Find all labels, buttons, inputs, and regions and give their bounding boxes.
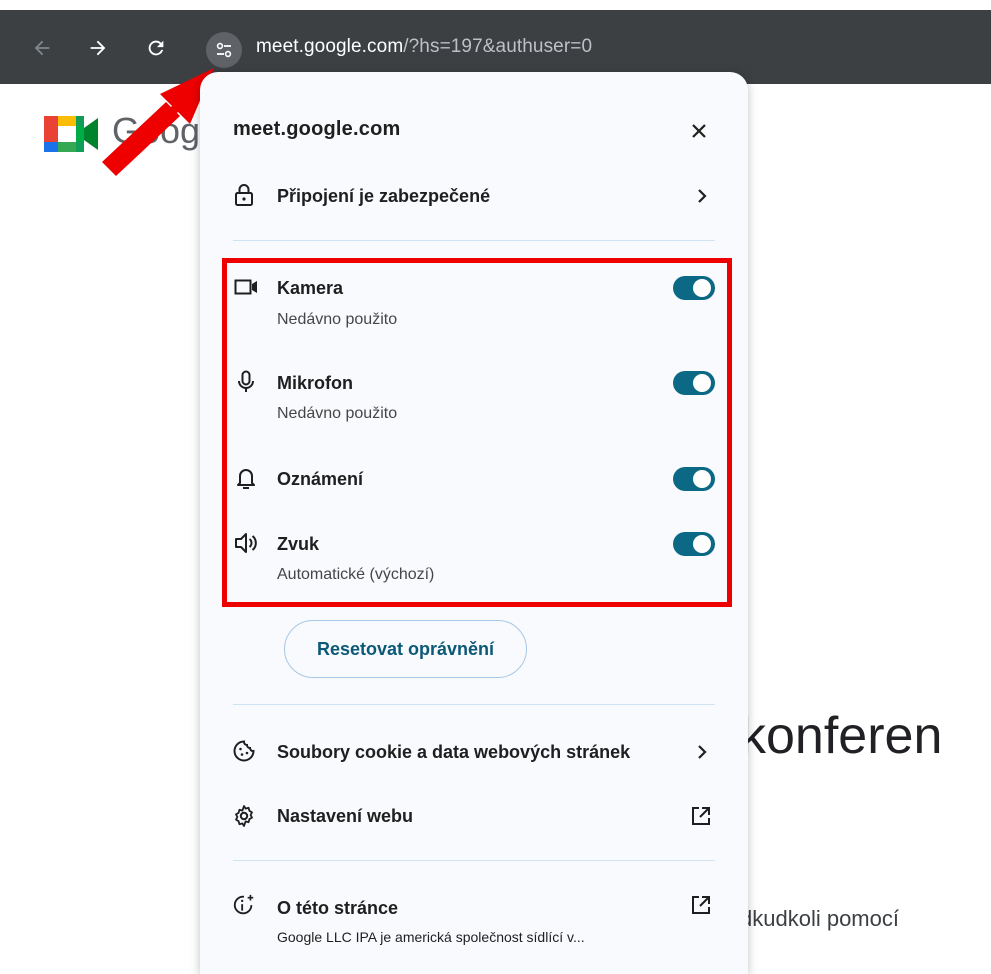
close-icon — [692, 124, 706, 138]
about-label: O této stránce — [277, 898, 399, 918]
divider — [233, 240, 715, 241]
arrow-right-icon — [90, 40, 106, 56]
arrow-left-icon — [34, 40, 50, 56]
site-settings-label: Nastavení webu — [277, 806, 414, 826]
open-external-icon — [692, 807, 710, 825]
back-button[interactable] — [28, 34, 56, 62]
divider — [233, 860, 715, 861]
url-text[interactable]: meet.google.com/?hs=197&authuser=0 — [256, 36, 592, 58]
about-description: Google LLC IPA je americká společnost sí… — [277, 929, 585, 945]
google-meet-logo — [44, 116, 98, 152]
close-button[interactable] — [686, 118, 712, 144]
open-external-icon — [692, 896, 710, 914]
chevron-right-icon — [698, 189, 707, 203]
url-path: /?hs=197&authuser=0 — [403, 36, 593, 57]
page-headline-fragment: konferen — [740, 707, 943, 765]
reload-icon — [148, 40, 164, 56]
permissions-highlight-box — [222, 258, 732, 607]
connection-label: Připojení je zabezpečené — [277, 186, 491, 206]
lock-icon — [232, 183, 256, 207]
popup-title: meet.google.com — [233, 118, 401, 140]
page-subtext-fragment: dkudkoli pomocí — [740, 906, 899, 931]
screen: Goog konferen dkudkoli pomocí meet.googl… — [0, 0, 991, 974]
tune-icon — [216, 42, 232, 58]
info-sparkle-icon — [232, 894, 256, 918]
divider — [233, 704, 715, 705]
reset-permissions-button[interactable]: Resetovat oprávnění — [284, 620, 527, 678]
cookie-icon — [232, 739, 256, 763]
chevron-right-icon — [698, 745, 707, 759]
gear-icon — [232, 804, 256, 828]
url-host: meet.google.com — [256, 36, 404, 57]
cookies-label: Soubory cookie a data webových stránek — [277, 742, 631, 762]
